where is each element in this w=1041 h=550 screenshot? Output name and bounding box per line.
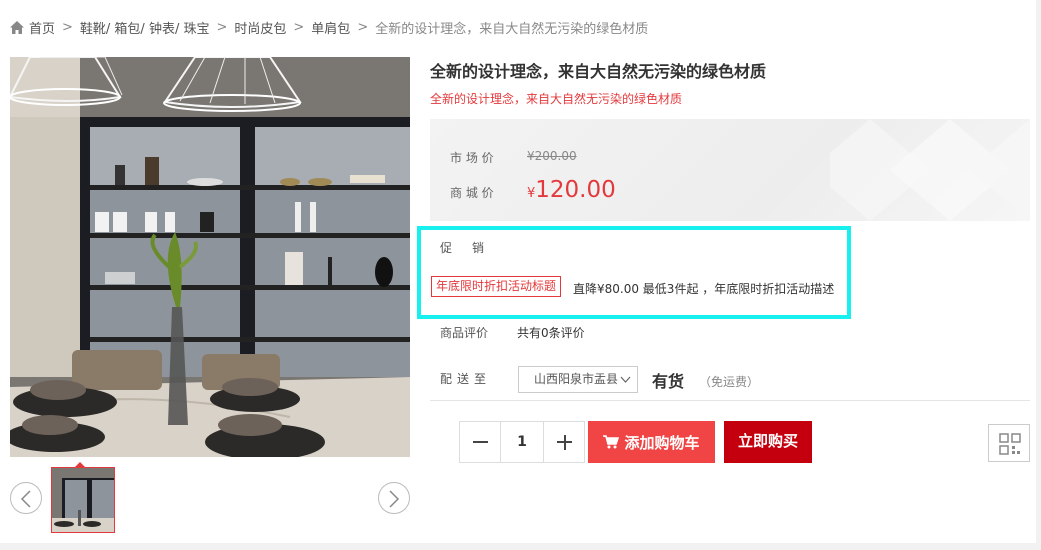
breadcrumb-home[interactable]: 首页	[29, 18, 55, 37]
cart-icon	[603, 435, 620, 449]
breadcrumb-current: 全新的设计理念，来自大自然无污染的绿色材质	[375, 21, 649, 37]
breadcrumb-separator: >	[293, 19, 305, 35]
breadcrumb-subcategory[interactable]: 时尚皮包	[234, 18, 286, 37]
rating-value[interactable]: 共有0条评价	[517, 324, 585, 341]
promotion-tag[interactable]: 年底限时折扣活动标题	[431, 276, 562, 297]
price-box-pattern	[830, 119, 1030, 221]
chevron-left-icon	[20, 490, 31, 508]
promotion-label: 促销	[440, 241, 505, 255]
promotion-description: 直降¥80.00 最低3件起 ，年底限时折扣活动描述	[573, 282, 835, 296]
product-detail-card: 首页 > 鞋靴/ 箱包/ 钟表/ 珠宝 > 时尚皮包 > 单肩包 > 全新的设计…	[0, 0, 1036, 543]
region-value: 山西阳泉市盂县	[534, 372, 619, 386]
add-to-cart-label: 添加购物车	[624, 434, 700, 452]
region-select[interactable]: 山西阳泉市盂县	[518, 366, 638, 393]
market-price-label: 市 场 价	[450, 151, 494, 165]
divider	[430, 400, 1030, 401]
breadcrumb-separator: >	[357, 19, 369, 35]
mall-price: ¥120.00	[527, 177, 616, 203]
breadcrumb-category[interactable]: 鞋靴/ 箱包/ 钟表/ 珠宝	[80, 18, 210, 37]
breadcrumb-type[interactable]: 单肩包	[311, 18, 350, 37]
breadcrumb-separator: >	[62, 19, 73, 35]
mall-price-value: 120.00	[535, 177, 616, 203]
buy-now-button[interactable]: 立即购买	[724, 421, 812, 463]
mall-price-label: 商 城 价	[450, 186, 494, 200]
market-price-value: ¥200.00	[527, 149, 577, 163]
quantity-increase-button[interactable]	[543, 421, 585, 463]
breadcrumb: 首页 > 鞋靴/ 箱包/ 钟表/ 珠宝 > 时尚皮包 > 单肩包 > 全新的设计…	[10, 17, 648, 37]
quantity-input[interactable]: 1	[500, 421, 544, 463]
thumbnail-next-button[interactable]	[378, 482, 410, 514]
price-box: 市 场 价 ¥200.00 商 城 价 ¥120.00	[430, 119, 1030, 221]
thumbnail-strip	[10, 462, 410, 534]
qr-code-button[interactable]	[988, 424, 1030, 462]
shipping-label: 配送至	[440, 372, 492, 386]
quantity-decrease-button[interactable]	[459, 421, 501, 463]
shipping-fee: （免运费）	[699, 375, 760, 389]
add-to-cart-button[interactable]: 添加购物车	[588, 421, 715, 463]
promotion-section: 促销 年底限时折扣活动标题 直降¥80.00 最低3件起 ，年底限时折扣活动描述	[417, 226, 851, 319]
stock-status: 有货	[652, 372, 685, 391]
product-subtitle: 全新的设计理念，来自大自然无污染的绿色材质	[430, 92, 683, 106]
product-title: 全新的设计理念，来自大自然无污染的绿色材质	[430, 62, 767, 81]
thumbnail-prev-button[interactable]	[10, 482, 42, 514]
rating-label: 商品评价	[440, 326, 489, 340]
qr-code-icon	[999, 433, 1021, 455]
thumbnail-item[interactable]	[51, 467, 115, 533]
product-main-image[interactable]	[10, 57, 410, 457]
chevron-down-icon	[620, 376, 631, 383]
home-icon	[10, 20, 24, 34]
breadcrumb-separator: >	[216, 19, 228, 35]
chevron-right-icon	[389, 490, 400, 508]
